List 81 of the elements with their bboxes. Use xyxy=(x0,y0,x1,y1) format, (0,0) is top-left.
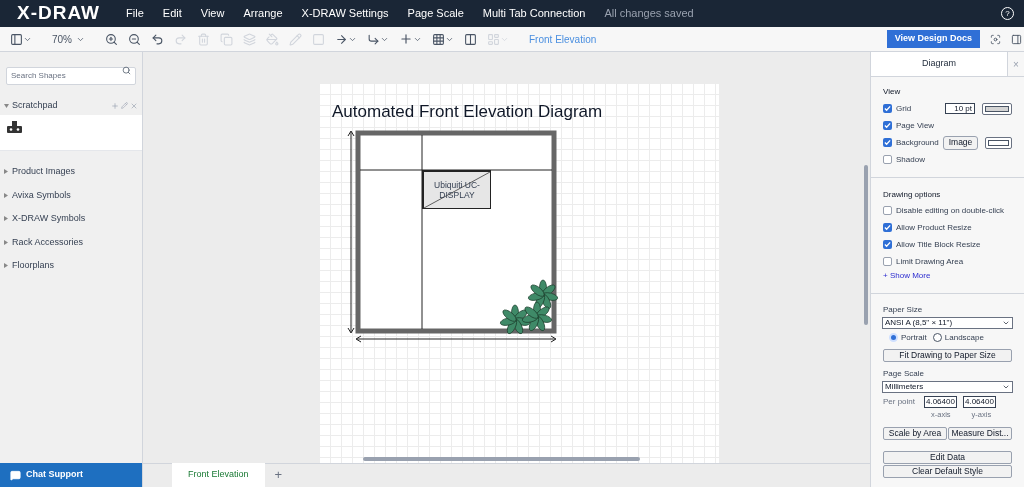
section-title[interactable]: Scratchpad xyxy=(12,99,58,113)
search-field[interactable]: Search Shapes xyxy=(6,66,136,85)
diagram-title: Automated Front Elevation Diagram xyxy=(332,101,603,123)
section-heading: Drawing options xyxy=(883,189,942,201)
option-label: Portrait xyxy=(901,331,927,344)
layout-icon[interactable] xyxy=(10,32,32,46)
view-docs-button[interactable]: View Design Docs xyxy=(886,30,980,48)
device-icon[interactable] xyxy=(7,121,22,135)
section-heading: View xyxy=(883,86,902,98)
sidebar-section[interactable]: Floorplans xyxy=(0,254,142,278)
menu-item[interactable]: Edit xyxy=(162,5,182,22)
option-label: Landscape xyxy=(944,331,984,344)
checkbox[interactable] xyxy=(883,206,892,215)
connector-icon[interactable] xyxy=(367,32,389,46)
collapsed-icon xyxy=(4,192,8,198)
panel-tab[interactable]: Diagram xyxy=(871,52,1007,76)
chat-icon xyxy=(10,469,21,481)
image-button[interactable]: Image xyxy=(942,135,979,150)
zoom-in-icon[interactable] xyxy=(105,32,118,46)
sidebar-section[interactable]: Avixa Symbols xyxy=(0,183,142,207)
checkbox[interactable] xyxy=(883,155,892,164)
panel-icon[interactable] xyxy=(1011,33,1022,45)
option-label: Background xyxy=(896,136,939,149)
fullscreen-icon[interactable] xyxy=(990,33,1001,45)
menu-item[interactable]: Page Scale xyxy=(407,5,464,22)
show-more-link[interactable]: + Show More xyxy=(883,270,1012,284)
radio-button[interactable] xyxy=(932,333,942,342)
background-color-swatch[interactable] xyxy=(985,136,1012,149)
app-logo: X-DRAW xyxy=(17,1,101,26)
zoom-select[interactable]: 70% xyxy=(42,31,95,47)
grid-size-field[interactable]: 10 pt xyxy=(945,103,975,114)
option-label: Limit Drawing Area xyxy=(896,255,964,268)
per-point-label: Per point xyxy=(883,395,917,408)
collapsed-icon xyxy=(4,263,8,269)
option-label: Allow Product Resize xyxy=(896,221,972,234)
menu-item[interactable]: File xyxy=(126,5,144,22)
chat-support-button[interactable]: Chat Support xyxy=(0,463,142,487)
scale-button[interactable]: Measure Dist... xyxy=(948,427,1012,440)
collapsed-icon xyxy=(4,216,8,222)
sidebar-section[interactable]: Rack Accessories xyxy=(0,230,142,254)
section-heading: Paper Size xyxy=(883,304,924,316)
menu-item[interactable]: Arrange xyxy=(243,5,283,22)
zoom-out-icon[interactable] xyxy=(128,32,141,46)
horizontal-scrollbar[interactable] xyxy=(363,457,640,461)
menu-item[interactable]: Multi Tab Connection xyxy=(482,5,586,22)
sidebar-section[interactable]: X-DRAW Symbols xyxy=(0,207,142,231)
page-tab[interactable]: Front Elevation xyxy=(172,463,265,487)
search-icon xyxy=(122,66,131,75)
menu-item[interactable]: X-DRAW Settings xyxy=(301,5,389,22)
expanded-icon xyxy=(4,104,9,108)
table-icon[interactable] xyxy=(432,32,454,46)
option-label: Shadow xyxy=(896,153,925,166)
panel-button[interactable]: Edit Data xyxy=(883,451,1012,464)
grid-color-swatch[interactable] xyxy=(982,102,1012,115)
scale-button[interactable]: Scale by Area xyxy=(883,427,947,440)
insert-icon[interactable] xyxy=(399,32,422,46)
columns-icon[interactable] xyxy=(464,32,477,46)
paper-size-select[interactable]: ANSI A (8,5" × 11") xyxy=(882,317,1013,329)
option-label: Disable editing on double-click xyxy=(896,204,1005,217)
option-label: Grid xyxy=(896,102,912,115)
plant-drawing xyxy=(500,279,558,334)
chevron-down-icon xyxy=(1002,319,1010,327)
sidebar-section[interactable]: Product Images xyxy=(0,160,142,184)
section-heading: Page Scale xyxy=(883,368,925,380)
undo-icon[interactable] xyxy=(151,32,164,46)
add-tab-button[interactable]: + xyxy=(274,463,283,487)
menu-item[interactable]: View xyxy=(200,5,225,22)
save-status: All changes saved xyxy=(604,6,694,22)
checkbox[interactable] xyxy=(883,257,892,266)
vertical-scrollbar[interactable] xyxy=(864,165,868,325)
panel-button[interactable]: Clear Default Style xyxy=(883,465,1012,478)
collapsed-icon xyxy=(4,169,8,175)
collapsed-icon xyxy=(4,239,8,245)
arrow-icon[interactable] xyxy=(335,32,357,46)
units-select[interactable]: Millimeters xyxy=(882,381,1013,393)
option-label: Allow Title Block Resize xyxy=(896,238,981,251)
option-label: Page View xyxy=(896,119,935,132)
y-scale-field[interactable]: 4.06400 xyxy=(963,395,996,408)
x-scale-field[interactable]: 4.06400 xyxy=(924,395,957,408)
fit-button[interactable]: Fit Drawing to Paper Size xyxy=(883,349,1012,362)
chevron-down-icon xyxy=(1002,383,1010,391)
